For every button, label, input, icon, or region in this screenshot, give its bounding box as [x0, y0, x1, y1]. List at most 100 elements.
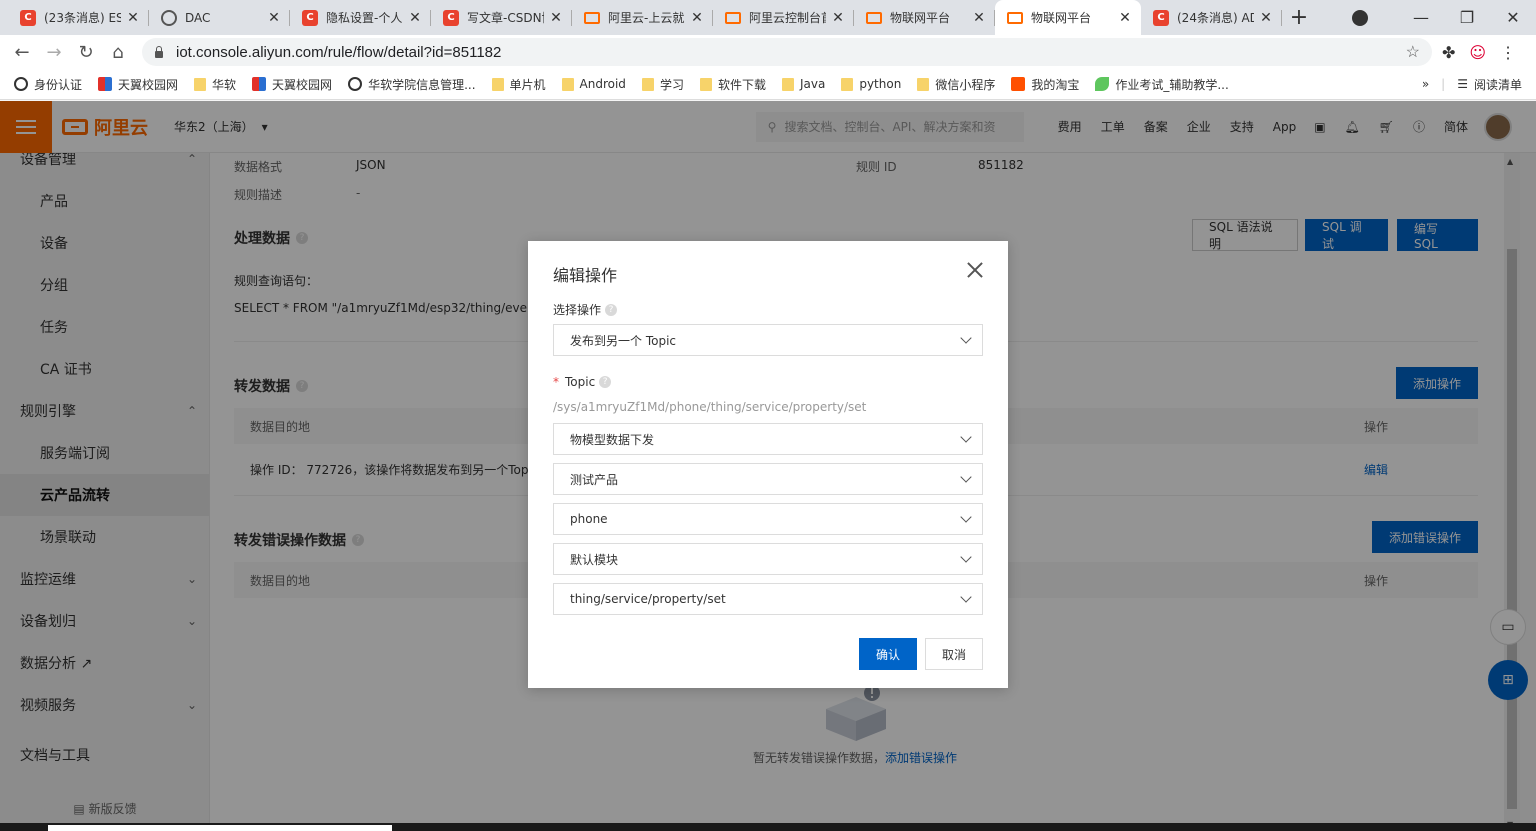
csdn-favicon-icon: C: [302, 9, 318, 26]
bookmark-label: python: [859, 77, 902, 91]
chevron-down-icon: [960, 334, 972, 346]
reading-list-label: 阅读清单: [1473, 77, 1522, 92]
home-icon[interactable]: ⌂: [102, 42, 134, 63]
forward-icon[interactable]: →: [38, 42, 70, 63]
folder-icon: [699, 77, 712, 91]
topic-path: /sys/a1mryuZf1Md/phone/thing/service/pro…: [553, 400, 867, 414]
help-icon[interactable]: ?: [605, 303, 618, 316]
required-mark: *: [553, 375, 559, 389]
folder-icon: [781, 77, 794, 91]
leaf-icon: [1095, 77, 1110, 91]
bookmark-item[interactable]: 华软学院信息管理...: [348, 76, 476, 93]
taobao-icon: [1011, 77, 1026, 91]
tab-close-icon[interactable]: ✕: [1258, 10, 1274, 26]
bookmark-item[interactable]: 天翼校园网: [98, 76, 178, 93]
bookmark-label: 单片机: [509, 77, 546, 92]
select-action-text: 选择操作: [553, 303, 602, 317]
close-icon[interactable]: [964, 259, 986, 281]
tab-close-icon[interactable]: ✕: [125, 10, 141, 26]
tab-title: 隐私设置-个人中心: [326, 11, 403, 25]
help-icon[interactable]: ?: [599, 376, 612, 388]
tab-close-icon[interactable]: ✕: [548, 10, 564, 26]
tab-title: 阿里云-上云就上阿里云: [608, 11, 685, 25]
reading-list-icon: ☰: [1457, 77, 1468, 91]
browser-tab[interactable]: C (23条消息) ESP32 ✕: [8, 0, 149, 35]
tab-close-icon[interactable]: ✕: [1117, 10, 1133, 26]
bookmarks-bar: 身份认证 天翼校园网 华软 天翼校园网 华软学院信息管理... 单片机 Android 学习 软…: [0, 69, 1536, 100]
topic-suffix-value: thing/service/property/set: [570, 592, 726, 606]
tab-close-icon[interactable]: ✕: [407, 10, 423, 26]
lock-icon[interactable]: [154, 46, 164, 58]
browser-tab[interactable]: DAC ✕: [149, 0, 290, 35]
bookmarks-more[interactable]: »: [1422, 77, 1429, 91]
tab-close-icon[interactable]: ✕: [971, 10, 987, 26]
globe-icon: [348, 77, 363, 91]
browser-tab[interactable]: 阿里云控制台首页 ✕: [713, 0, 854, 35]
restore-icon[interactable]: ❐: [1444, 8, 1490, 27]
extension-avatar-icon[interactable]: ☺: [1469, 43, 1486, 62]
bookmark-label: 华软学院信息管理...: [368, 77, 476, 92]
back-icon[interactable]: ←: [6, 42, 38, 63]
profile-menu-icon[interactable]: [1352, 9, 1368, 26]
bookmark-item[interactable]: 身份认证: [14, 76, 82, 93]
tab-close-icon[interactable]: ✕: [689, 10, 705, 26]
bookmark-item[interactable]: 我的淘宝: [1011, 76, 1079, 93]
tab-title: DAC: [185, 10, 211, 25]
cancel-button[interactable]: 取消: [925, 638, 983, 670]
extensions-icon[interactable]: ✤: [1442, 43, 1455, 62]
csdn-favicon-icon: C: [20, 9, 36, 26]
browser-tab[interactable]: C (24条消息) AD ✕: [1141, 0, 1282, 35]
bookmark-label: 学习: [659, 77, 684, 92]
reading-list[interactable]: ☰ 阅读清单: [1457, 76, 1522, 93]
folder-icon: [841, 77, 854, 91]
topic-type-select[interactable]: 物模型数据下发: [553, 423, 983, 455]
bookmark-item[interactable]: 软件下载: [699, 76, 766, 93]
grid-icon: [98, 77, 113, 91]
bookmark-item[interactable]: Android: [561, 77, 626, 91]
tab-close-icon[interactable]: ✕: [830, 10, 846, 26]
tab-title: 写文章-CSDN博客: [467, 11, 544, 25]
product-select[interactable]: 测试产品: [553, 463, 983, 495]
module-select[interactable]: 默认模块: [553, 543, 983, 575]
reload-icon[interactable]: ↻: [70, 42, 102, 63]
bookmark-label: 天翼校园网: [118, 77, 179, 92]
aliyun-favicon-icon: [584, 11, 600, 24]
browser-menu-icon[interactable]: ⋮: [1500, 43, 1516, 62]
minimize-icon[interactable]: —: [1398, 8, 1444, 27]
chevron-down-icon: [960, 593, 972, 605]
action-select[interactable]: 发布到另一个 Topic: [553, 324, 983, 356]
bookmark-item[interactable]: 华软: [194, 76, 236, 93]
bookmark-item[interactable]: Java: [781, 77, 825, 91]
taskbar: [0, 823, 1536, 831]
bookmark-item[interactable]: 作业考试_辅助教学...: [1095, 76, 1229, 93]
browser-tab[interactable]: 物联网平台 ✕: [854, 0, 995, 35]
bookmark-item[interactable]: 学习: [641, 76, 684, 93]
bookmark-item[interactable]: python: [841, 77, 901, 91]
browser-tab[interactable]: C 写文章-CSDN博客 ✕: [431, 0, 572, 35]
close-window-icon[interactable]: ✕: [1490, 8, 1536, 27]
device-select[interactable]: phone: [553, 503, 983, 535]
browser-tab[interactable]: C 隐私设置-个人中心 ✕: [290, 0, 431, 35]
bookmark-item[interactable]: 天翼校园网: [252, 76, 332, 93]
action-select-value: 发布到另一个 Topic: [570, 333, 676, 348]
device-value: phone: [570, 512, 608, 526]
grid-icon: [252, 77, 267, 91]
module-value: 默认模块: [570, 552, 619, 567]
bookmark-item[interactable]: 单片机: [491, 76, 546, 93]
url-bar[interactable]: iot.console.aliyun.com/rule/flow/detail?…: [142, 38, 1432, 66]
bookmark-label: 华软: [212, 77, 237, 92]
bookmark-star-icon[interactable]: ☆: [1406, 42, 1420, 62]
tab-title: 阿里云控制台首页: [749, 11, 826, 25]
url-text: iot.console.aliyun.com/rule/flow/detail?…: [176, 43, 502, 61]
tab-close-icon[interactable]: ✕: [266, 10, 282, 26]
confirm-button[interactable]: 确认: [859, 638, 917, 670]
new-tab-button[interactable]: +: [1282, 0, 1316, 35]
browser-tab[interactable]: 物联网平台 ✕: [995, 0, 1141, 35]
bookmark-label: 软件下载: [717, 77, 766, 92]
browser-tab[interactable]: 阿里云-上云就上阿里云 ✕: [572, 0, 713, 35]
folder-icon: [194, 77, 207, 91]
address-toolbar: ← → ↻ ⌂ iot.console.aliyun.com/rule/flow…: [0, 35, 1536, 69]
topic-suffix-select[interactable]: thing/service/property/set: [553, 583, 983, 615]
bookmark-item[interactable]: 微信小程序: [917, 76, 995, 93]
globe-favicon-icon: [161, 9, 177, 26]
